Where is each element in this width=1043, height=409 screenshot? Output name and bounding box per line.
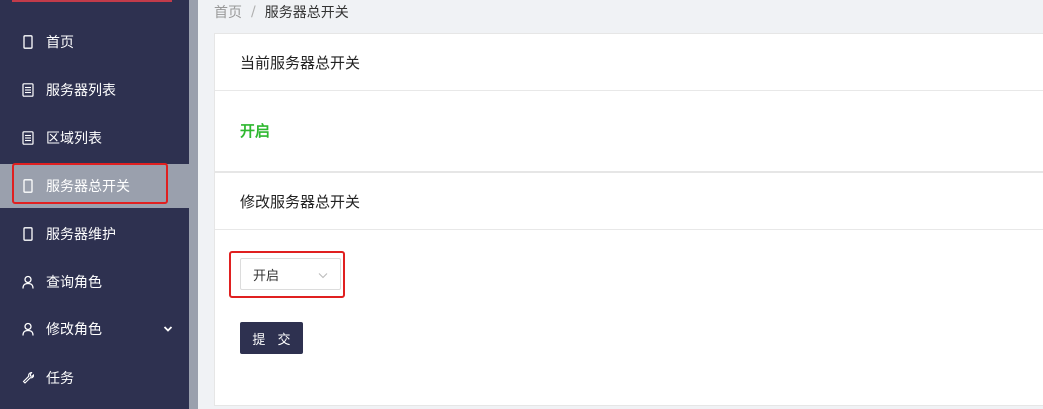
current-status-card: 当前服务器总开关 开启 xyxy=(214,33,1043,172)
wrench-icon xyxy=(22,371,34,385)
server-list-icon xyxy=(22,131,34,145)
sidebar-item-label: 修改角色 xyxy=(46,322,102,338)
sidebar-item-label: 区域列表 xyxy=(46,131,102,147)
sidebar-item-region-list[interactable]: 区域列表 xyxy=(0,116,189,160)
sidebar-item-query-role[interactable]: 查询角色 xyxy=(0,260,189,304)
sidebar-item-label: 查询角色 xyxy=(46,275,102,291)
sidebar: 首页 服务器列表 区域列表 服务器总开关 服务器维护 查询角色 修改角色 任务 xyxy=(0,0,190,409)
card-title: 修改服务器总开关 xyxy=(215,173,1043,230)
breadcrumb-home[interactable]: 首页 xyxy=(214,2,242,22)
sidebar-top-accent xyxy=(12,0,172,2)
user-icon xyxy=(22,275,34,289)
sidebar-item-server-list[interactable]: 服务器列表 xyxy=(0,68,189,112)
breadcrumb-separator: / xyxy=(251,4,256,20)
phone-icon xyxy=(22,35,34,49)
switch-select[interactable]: 开启 xyxy=(240,258,341,290)
chevron-down-icon xyxy=(318,269,328,284)
sidebar-item-label: 服务器总开关 xyxy=(46,179,130,195)
sidebar-item-home[interactable]: 首页 xyxy=(0,20,189,64)
submit-button[interactable]: 提 交 xyxy=(240,322,303,354)
server-list-icon xyxy=(22,83,34,97)
sidebar-item-label: 服务器列表 xyxy=(46,83,116,99)
sidebar-scrollbar[interactable] xyxy=(189,0,198,409)
breadcrumb: 首页 / 服务器总开关 xyxy=(214,2,349,22)
current-status-value: 开启 xyxy=(240,122,271,140)
select-value: 开启 xyxy=(253,268,280,284)
chevron-down-icon[interactable] xyxy=(163,321,173,337)
modify-switch-card: 修改服务器总开关 开启 提 交 xyxy=(214,172,1043,406)
sidebar-item-label: 服务器维护 xyxy=(46,227,116,243)
sidebar-item-label: 任务 xyxy=(46,371,74,387)
sidebar-item-label: 首页 xyxy=(46,35,74,51)
user-icon xyxy=(22,322,34,336)
card-title: 当前服务器总开关 xyxy=(215,34,1043,91)
phone-icon xyxy=(22,227,34,241)
breadcrumb-current: 服务器总开关 xyxy=(264,5,349,21)
phone-icon xyxy=(22,179,34,193)
sidebar-item-tasks[interactable]: 任务 xyxy=(0,356,189,400)
sidebar-item-server-master-switch[interactable]: 服务器总开关 xyxy=(0,164,189,208)
sidebar-item-modify-role[interactable]: 修改角色 xyxy=(0,307,189,351)
sidebar-item-server-maintenance[interactable]: 服务器维护 xyxy=(0,212,189,256)
